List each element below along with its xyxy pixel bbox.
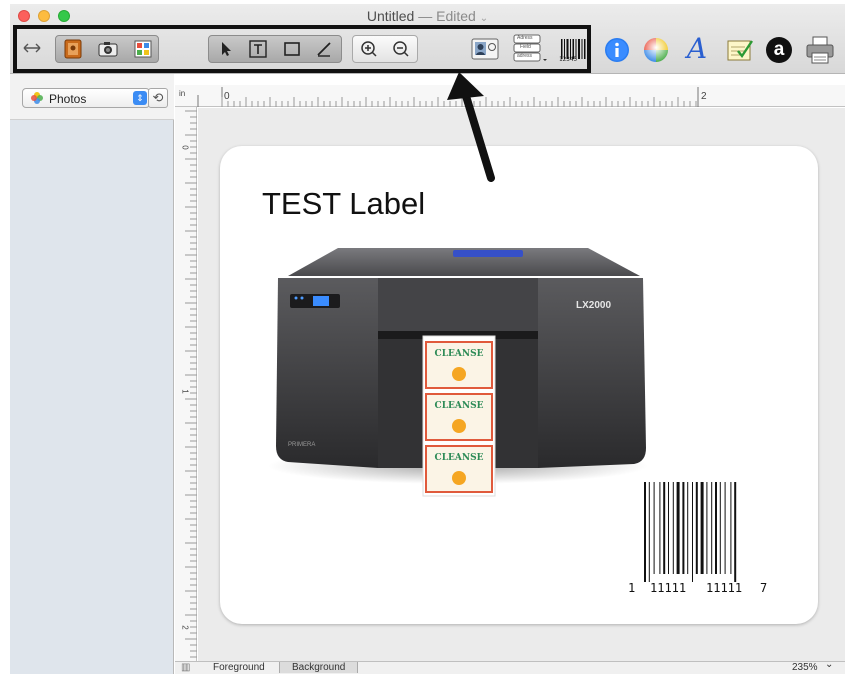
barcode-bar [700,482,704,574]
barcode-bar [648,482,650,582]
tab-background[interactable]: Background [279,662,359,673]
horizontal-ruler: in 0 2 [175,85,845,107]
ruler-left-mark-2: 2 [180,625,190,630]
label-roll-text: CLEANSE [435,453,484,463]
barcode-bar [730,482,732,574]
barcode-bar [672,482,674,574]
window-title[interactable]: Untitled — Edited ⌄ [10,8,845,24]
document-status: Edited [436,8,476,24]
dropdown-chevron-icon: ⇕ [133,91,147,105]
amazon-icon: a [766,37,792,63]
refresh-icon: ⟲ [152,90,164,105]
barcode-first-digit: 1 [628,581,635,595]
vertical-ruler: 0 1 2 [175,107,197,663]
ruler-left-mark-1: 1 [180,389,190,394]
zoom-chevron-icon[interactable]: ⌄ [825,659,833,670]
label-roll-text: CLEANSE [435,349,484,359]
barcode-bar [676,482,680,574]
font-icon: A [686,31,708,65]
barcode-bar [692,482,693,582]
tab-foreground[interactable]: Foreground [213,662,265,673]
amazon-glyph: a [773,38,785,60]
barcode-bar [653,482,655,574]
barcode-bar [659,482,661,574]
barcode-bar [719,482,721,574]
info-button[interactable] [603,36,631,64]
document-canvas[interactable]: TEST Label LX2000 PRIMERA CLEANSE CLEANS… [198,108,845,662]
ruler-mark-0: 0 [224,91,230,102]
label-design[interactable]: TEST Label LX2000 PRIMERA CLEANSE CLEANS… [220,146,818,624]
barcode-bar [682,482,685,574]
barcode-bar [663,482,666,574]
document-name: Untitled [366,8,415,24]
ruler-mark-2: 2 [701,91,707,102]
barcode-bar [711,482,713,574]
barcode-bar [695,482,698,574]
label-title-text[interactable]: TEST Label [262,186,425,222]
barcode-bar [715,482,717,574]
zoom-level[interactable]: 235% [792,662,818,673]
label-roll-fruit [452,471,466,485]
sidebar-header: Photos ⇕ ⟲ [10,74,174,120]
ruler-left-mark-0: 0 [180,145,190,150]
barcode-bar [706,482,708,574]
printer-brand-text: PRIMERA [288,442,315,448]
barcode-bar [687,482,689,574]
barcode-left-group: 11111 [650,581,686,595]
checklist-icon [727,40,753,61]
fonts-button[interactable]: A [682,31,712,65]
ruler-unit: in [179,89,186,98]
split-view-icon[interactable]: ▥ [181,662,190,673]
label-roll-fruit [452,419,466,433]
photos-icon [31,92,43,104]
mail-merge-button[interactable] [725,36,755,64]
printer-icon [806,36,834,64]
photo-source-select[interactable]: Photos ⇕ [22,88,150,108]
barcode-bar [668,482,669,574]
horizontal-ruler-ticks [197,87,699,107]
print-button[interactable] [803,35,837,65]
label-roll-fruit [452,367,466,381]
label-barcode[interactable]: 1 11111 11111 7 [622,480,772,600]
barcode-right-group: 11111 [706,581,742,595]
barcode-bar [724,482,726,574]
color-wheel-icon [644,38,668,62]
vertical-ruler-ticks [185,110,197,658]
sidebar: Photos ⇕ ⟲ [10,74,174,674]
barcode-bar [734,482,737,582]
refresh-button[interactable]: ⟲ [148,88,168,108]
title-chevron-icon: ⌄ [479,13,489,24]
title-separator: — [418,8,433,24]
printer-product-image[interactable]: LX2000 PRIMERA CLEANSE CLEANSE CLEANSE [258,236,658,506]
amazon-button[interactable]: a [765,36,793,64]
printer-model-badge: LX2000 [576,300,611,311]
barcode-check-digit: 7 [760,581,767,595]
colors-button[interactable] [642,36,670,64]
toolbar-highlight-box [13,25,591,73]
info-icon [605,38,629,62]
barcode-bar [644,482,646,582]
photo-source-label: Photos [49,92,87,106]
layer-tab-bar: ▥ Foreground Background 235% ⌄ [175,659,845,674]
label-roll-text: CLEANSE [435,401,484,411]
